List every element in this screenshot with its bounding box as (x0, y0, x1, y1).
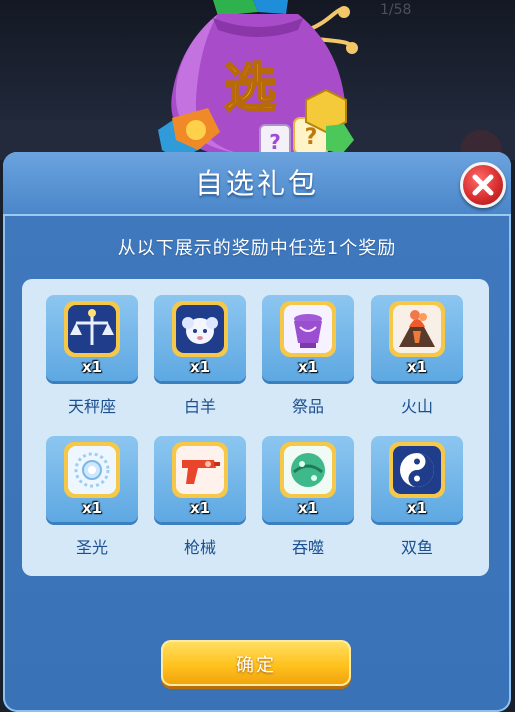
reward-tile: x1 (371, 436, 463, 522)
pisces-icon (389, 442, 445, 498)
devour-icon (280, 442, 336, 498)
libra-icon (64, 301, 120, 357)
gift-pack-dialog: 自选礼包 从以下展示的奖励中任选1个奖励 x1 天秤座 x1 白羊 x1 祭品 … (3, 152, 511, 712)
reward-item-volcano[interactable]: x1 火山 (371, 295, 463, 421)
reward-name: 祭品 (291, 397, 324, 416)
reward-quantity: x1 (297, 499, 319, 517)
reward-name: 吞噬 (291, 538, 324, 557)
reward-item-pisces[interactable]: x1 双鱼 (371, 436, 463, 562)
reward-quantity: x1 (297, 358, 319, 376)
offering-icon (280, 301, 336, 357)
reward-name: 双鱼 (400, 538, 433, 557)
close-icon (472, 174, 494, 196)
reward-name: 火山 (400, 397, 433, 416)
reward-tile: x1 (262, 436, 354, 522)
reward-quantity: x1 (189, 358, 211, 376)
bag-character: 选 (224, 59, 276, 119)
reward-name: 枪械 (183, 538, 216, 557)
dialog-subtitle: 从以下展示的奖励中任选1个奖励 (117, 238, 397, 259)
gift-bag-icon: 选 ? ? (158, 0, 358, 160)
aries-icon (172, 301, 228, 357)
reward-item-devour[interactable]: x1 吞噬 (262, 436, 354, 562)
reward-tile: x1 (154, 295, 246, 381)
reward-tile: x1 (262, 295, 354, 381)
reward-item-offering[interactable]: x1 祭品 (262, 295, 354, 421)
dialog-header: 自选礼包 (3, 152, 511, 216)
svg-text:?: ? (269, 130, 281, 154)
holy-light-icon (64, 442, 120, 498)
reward-tile: x1 (371, 295, 463, 381)
reward-name: 白羊 (183, 397, 216, 416)
reward-item-holy-light[interactable]: x1 圣光 (46, 436, 138, 562)
reward-tile: x1 (46, 436, 138, 522)
reward-quantity: x1 (81, 499, 103, 517)
reward-tile: x1 (154, 436, 246, 522)
reward-name: 圣光 (75, 538, 108, 557)
reward-tile: x1 (46, 295, 138, 381)
reward-name: 天秤座 (67, 397, 116, 416)
background-counter: 1/58 (380, 2, 412, 18)
reward-quantity: x1 (81, 358, 103, 376)
reward-grid: x1 天秤座 x1 白羊 x1 祭品 x1 火山 x1 圣光 x1 枪械 x1 … (22, 279, 489, 576)
volcano-icon (389, 301, 445, 357)
reward-item-libra[interactable]: x1 天秤座 (46, 295, 138, 421)
reward-quantity: x1 (189, 499, 211, 517)
reward-item-aries[interactable]: x1 白羊 (154, 295, 246, 421)
confirm-label: 确定 (236, 655, 276, 676)
svg-text:?: ? (305, 125, 318, 150)
dialog-title: 自选礼包 (194, 167, 319, 200)
reward-quantity: x1 (406, 499, 428, 517)
confirm-button[interactable]: 确定 (161, 640, 351, 686)
gun-icon (172, 442, 228, 498)
close-button[interactable] (460, 162, 506, 208)
reward-item-gun[interactable]: x1 枪械 (154, 436, 246, 562)
reward-quantity: x1 (406, 358, 428, 376)
